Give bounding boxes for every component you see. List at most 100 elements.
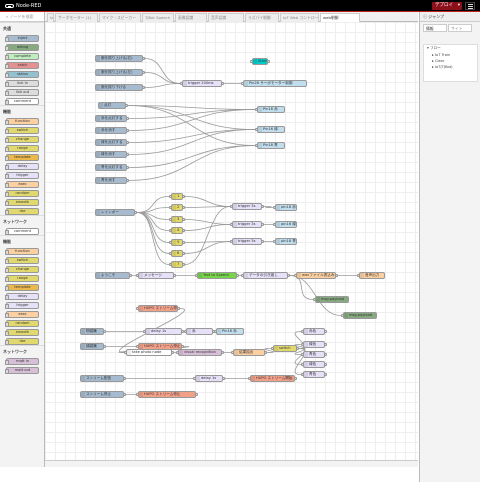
palette-section-title[interactable]: 機能 — [0, 105, 44, 116]
input-port[interactable] — [301, 330, 304, 333]
input-port[interactable] — [273, 206, 276, 209]
palette-node-random[interactable]: random — [5, 320, 39, 327]
palette-node-range[interactable]: range — [5, 145, 39, 152]
output-port[interactable] — [125, 104, 128, 107]
output-port[interactable] — [182, 218, 185, 221]
palette-node-random[interactable]: random — [5, 190, 39, 197]
flow-node-51[interactable]: 青色 — [303, 351, 325, 358]
input-port[interactable] — [241, 82, 244, 85]
input-port[interactable] — [255, 108, 258, 111]
output-port[interactable] — [142, 86, 145, 89]
flow-node-0[interactable]: 腕を振り上げる(右) — [95, 55, 143, 62]
input-port[interactable] — [271, 347, 274, 350]
output-port[interactable] — [335, 274, 338, 277]
wire[interactable] — [184, 219, 231, 225]
flow-node-16[interactable]: レインボー — [95, 209, 135, 216]
output-port[interactable] — [182, 252, 185, 255]
output-port[interactable] — [142, 57, 145, 60]
flow-workspace[interactable]: 腕を振り上げる(右) 腕を振り上げる(左) 腕を振り下げる trigger 200ms… — [45, 22, 418, 460]
palette-node-rbe[interactable]: rbe — [5, 208, 39, 215]
wire[interactable] — [184, 206, 231, 208]
input-port[interactable] — [301, 343, 304, 346]
flow-node-50[interactable]: 緑色 — [303, 341, 325, 348]
input-port[interactable] — [169, 195, 172, 198]
input-port[interactable] — [230, 205, 233, 208]
flow-node-34[interactable]: wavファイル書込み — [296, 272, 336, 279]
flow-node-15[interactable]: Pin18 青 — [257, 142, 285, 149]
wire[interactable] — [184, 241, 231, 254]
palette-node-function[interactable]: function — [5, 248, 39, 255]
flow-node-46[interactable]: visual recognition — [178, 349, 222, 356]
tree-heading[interactable]: ▾ フロー — [424, 45, 477, 52]
flow-node-30[interactable]: ようこそ — [95, 272, 130, 279]
palette-node-range[interactable]: range — [5, 275, 39, 282]
input-port[interactable] — [273, 223, 276, 226]
flow-node-54[interactable]: ストリーム配信 — [80, 375, 124, 382]
input-port[interactable] — [214, 330, 217, 333]
palette-node-mqtt-out[interactable]: mqtt out — [5, 367, 39, 374]
output-port[interactable] — [126, 179, 129, 182]
flow-node-5[interactable]: Start — [252, 58, 268, 65]
output-port[interactable] — [324, 363, 327, 366]
flow-node-38[interactable]: HUPO ストリーム停止 — [138, 305, 178, 312]
wire[interactable] — [127, 105, 256, 146]
flow-node-24[interactable]: trigger 3s — [232, 203, 262, 210]
flow-node-10[interactable]: 緑を消す — [95, 151, 127, 158]
tab-flow-7[interactable]: IoT Web コントローラー — [280, 13, 319, 22]
flow-node-42[interactable]: Pin18 赤 — [216, 328, 244, 335]
input-port[interactable] — [241, 274, 244, 277]
input-port[interactable] — [301, 353, 304, 356]
palette-node-comment[interactable]: comment — [5, 228, 39, 235]
input-port[interactable] — [255, 128, 258, 131]
output-port[interactable] — [182, 195, 185, 198]
wire[interactable] — [144, 58, 181, 84]
output-port[interactable] — [182, 206, 185, 209]
tab-flow-1[interactable]: サーボモーター (1) — [55, 13, 98, 22]
input-port[interactable] — [169, 252, 172, 255]
output-port[interactable] — [123, 393, 126, 396]
tab-flow-3[interactable]: TJBot Speech — [142, 13, 174, 22]
palette-section-title[interactable]: ネットワーク — [0, 215, 44, 226]
output-port[interactable] — [177, 307, 180, 310]
output-port[interactable] — [324, 330, 327, 333]
output-port[interactable] — [126, 153, 129, 156]
input-port[interactable] — [230, 240, 233, 243]
flow-node-28[interactable]: pin16 緑 — [275, 221, 297, 228]
input-port[interactable] — [230, 223, 233, 226]
palette-node-switch[interactable]: switch — [5, 127, 39, 134]
input-port[interactable] — [294, 274, 297, 277]
input-port[interactable] — [255, 144, 258, 147]
output-port[interactable] — [103, 345, 106, 348]
palette-node-link-in[interactable]: link in — [5, 80, 39, 87]
output-port[interactable] — [287, 274, 290, 277]
flow-node-31[interactable]: メッセージ — [138, 272, 174, 279]
wire[interactable] — [128, 145, 256, 181]
palette-node-catch[interactable]: catch — [5, 62, 39, 69]
output-port[interactable] — [264, 351, 267, 354]
input-port[interactable] — [124, 351, 127, 354]
palette-node-debug[interactable]: debug — [5, 44, 39, 51]
flow-node-1[interactable]: 腕を振り上げる(左) — [95, 69, 143, 76]
wire[interactable] — [128, 129, 256, 143]
output-port[interactable] — [261, 240, 264, 243]
output-port[interactable] — [222, 377, 225, 380]
tab-flow-2[interactable]: マイク・スピーカー — [99, 13, 141, 22]
output-port[interactable] — [324, 343, 327, 346]
flow-node-32[interactable]: Text to Speech — [197, 272, 237, 279]
flow-node-4[interactable]: Pin26 サーボモーター制御 — [243, 80, 307, 87]
output-port[interactable] — [236, 274, 239, 277]
flow-node-40[interactable]: delay 1s — [145, 328, 182, 335]
input-port[interactable] — [136, 345, 139, 348]
wire[interactable] — [136, 212, 170, 265]
output-port[interactable] — [182, 229, 185, 232]
output-port[interactable] — [123, 377, 126, 380]
flow-node-12[interactable]: 青を消す — [95, 177, 127, 184]
wire[interactable] — [184, 224, 231, 231]
flow-node-57[interactable]: ストリーム停止 — [80, 391, 124, 398]
output-port[interactable] — [324, 373, 327, 376]
output-port[interactable] — [126, 117, 129, 120]
output-port[interactable] — [182, 241, 185, 244]
palette-node-delay[interactable]: delay — [5, 163, 39, 170]
palette-node-comment[interactable]: comment — [5, 98, 39, 105]
output-port[interactable] — [221, 351, 224, 354]
